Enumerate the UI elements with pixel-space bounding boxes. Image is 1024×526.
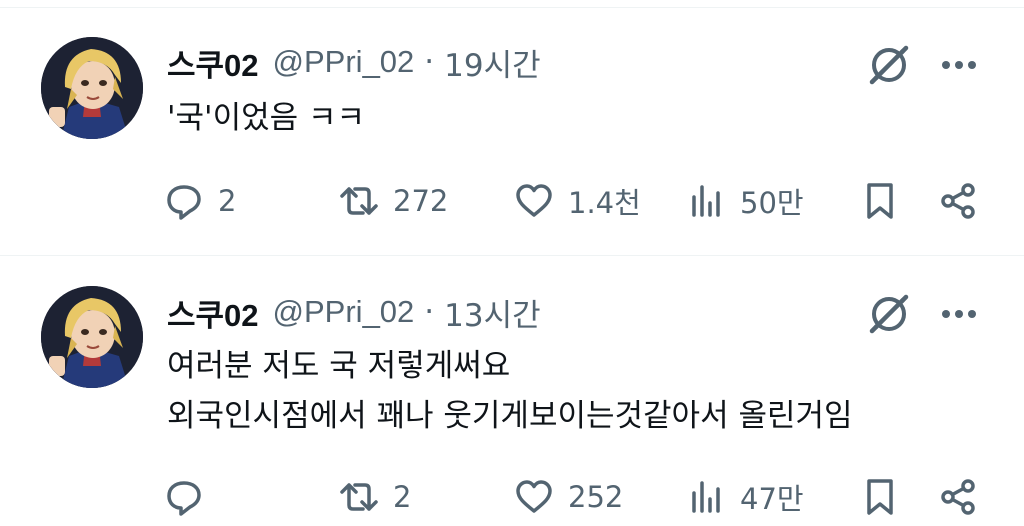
bookmark-icon (867, 183, 893, 219)
like-button[interactable]: 252 (514, 472, 623, 522)
share-icon (941, 479, 975, 515)
tweet-header: 스쿠02 @PPri_02 · 19시간 (167, 40, 541, 85)
action-bar: 2 272 1.4천 50만 (0, 176, 1024, 226)
more-dots-icon[interactable] (938, 291, 980, 337)
tweet[interactable]: 스쿠02 @PPri_02 · 13시간 여러분 저도 국 저렇게써요 외국인시… (0, 256, 1024, 526)
avatar[interactable] (41, 286, 143, 388)
tweet[interactable]: 스쿠02 @PPri_02 · 19시간 '국'이었음 ㅋㅋ 2 272 1.4… (0, 0, 1024, 256)
share-button[interactable] (938, 472, 978, 522)
separator-dot: · (424, 44, 435, 80)
grok-slash-icon[interactable] (866, 42, 912, 88)
grok-slash-icon[interactable] (866, 291, 912, 337)
reply-button[interactable] (164, 472, 218, 522)
views-button[interactable]: 50만 (686, 176, 804, 226)
view-count: 50만 (740, 186, 804, 220)
analytics-bars-icon (692, 481, 720, 513)
action-bar: 2 252 47만 (0, 472, 1024, 522)
more-dots-icon[interactable] (938, 42, 980, 88)
heart-icon (516, 184, 552, 217)
timestamp[interactable]: 19시간 (444, 40, 541, 85)
reply-bubble-icon (167, 481, 201, 516)
reply-bubble-icon (167, 185, 201, 220)
like-button[interactable]: 1.4천 (514, 176, 641, 226)
repost-button[interactable]: 272 (339, 176, 448, 226)
separator-dot: · (424, 294, 435, 330)
tweet-text-line: 여러분 저도 국 저렇게써요 (167, 348, 511, 384)
repost-arrows-icon (340, 187, 378, 215)
bookmark-button[interactable] (860, 176, 900, 226)
tweet-text: '국'이었음 ㅋㅋ (167, 96, 365, 140)
tweet-text-line: '국'이었음 ㅋㅋ (167, 100, 366, 136)
tweet-text: 여러분 저도 국 저렇게써요 외국인시점에서 꽤나 웃기게보이는것같아서 올린거… (167, 344, 853, 438)
reply-button[interactable]: 2 (164, 176, 236, 226)
analytics-bars-icon (692, 185, 720, 217)
share-icon (941, 183, 975, 219)
avatar[interactable] (41, 37, 143, 139)
like-count: 1.4천 (568, 186, 641, 220)
bookmark-button[interactable] (860, 472, 900, 522)
reply-count: 2 (218, 184, 237, 218)
view-count: 47만 (740, 482, 804, 516)
bookmark-icon (867, 479, 893, 515)
views-button[interactable]: 47만 (686, 472, 804, 522)
repost-arrows-icon (340, 483, 378, 511)
tweet-header: 스쿠02 @PPri_02 · 13시간 (167, 290, 541, 335)
repost-button[interactable]: 2 (339, 472, 411, 522)
display-name[interactable]: 스쿠02 (167, 290, 259, 335)
like-count: 252 (568, 480, 624, 514)
repost-count: 272 (393, 184, 449, 218)
display-name[interactable]: 스쿠02 (167, 40, 259, 85)
share-button[interactable] (938, 176, 978, 226)
repost-count: 2 (393, 480, 412, 514)
user-handle[interactable]: @PPri_02 (273, 294, 415, 330)
tweet-text-line: 외국인시점에서 꽤나 웃기게보이는것같아서 올린거임 (167, 398, 853, 434)
timestamp[interactable]: 13시간 (444, 290, 541, 335)
heart-icon (516, 480, 552, 513)
user-handle[interactable]: @PPri_02 (273, 44, 415, 80)
